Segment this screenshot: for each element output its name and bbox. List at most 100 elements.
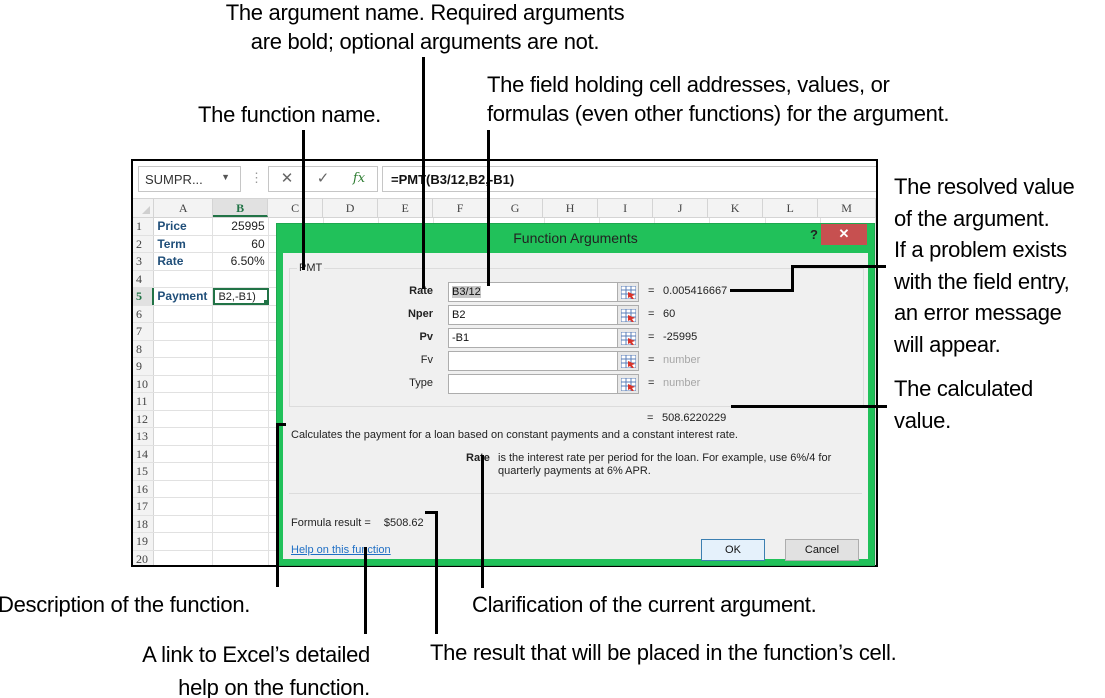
cell-b10[interactable] [213,375,269,392]
collapse-dialog-icon[interactable] [617,282,639,302]
cell-a20[interactable] [154,550,214,565]
column-header-f[interactable]: F [433,199,489,217]
row-header[interactable]: 16 [133,480,155,497]
row-header[interactable]: 18 [133,515,155,532]
cell-a15[interactable] [154,463,214,480]
column-header-i[interactable]: I [598,199,654,217]
row-header[interactable]: 15 [133,463,155,480]
close-button[interactable]: ✕ [821,224,867,245]
cell-a10[interactable] [154,375,214,392]
cell-b4[interactable] [213,270,269,287]
calculated-value: 508.6220229 [662,412,727,424]
column-header-j[interactable]: J [653,199,709,217]
help-icon[interactable]: ? [810,227,818,242]
cell-a6[interactable] [154,305,214,322]
collapse-dialog-icon[interactable] [617,351,639,371]
help-on-function-link[interactable]: Help on this function [291,544,391,556]
cell-a14[interactable] [154,445,214,462]
collapse-dialog-icon[interactable] [617,374,639,394]
column-header-l[interactable]: L [763,199,819,217]
argument-input-pv[interactable]: -B1 [448,328,618,348]
ok-button[interactable]: OK [701,539,765,561]
cell-b11[interactable] [213,393,269,410]
row-header[interactable]: 2 [133,235,155,252]
insert-function-icon[interactable]: fx [341,167,377,191]
row-header[interactable]: 20 [133,550,155,565]
row-header[interactable]: 17 [133,498,155,515]
enter-check-icon[interactable]: ✓ [305,167,341,191]
argument-input-rate[interactable]: B3/12 [448,282,618,302]
cell-b15[interactable] [213,463,269,480]
collapse-dialog-icon[interactable] [617,328,639,348]
argument-name: Fv [420,354,433,366]
name-box[interactable]: SUMPR... ▼ [138,166,241,192]
row-header[interactable]: 1 [133,218,155,235]
cell-a5[interactable]: Payment [154,288,214,305]
callout-line: A link to Excel’s detailed [142,642,370,667]
row-header[interactable]: 9 [133,358,155,375]
cell-b16[interactable] [213,480,269,497]
argument-input-fv[interactable] [448,351,618,371]
cancel-entry-icon[interactable]: ✕ [269,167,305,191]
callout-line: The calculated [894,376,1033,401]
cell-b14[interactable] [213,445,269,462]
cell-b18[interactable] [213,515,269,532]
row-header[interactable]: 13 [133,428,155,445]
formula-input[interactable]: =PMT(B3/12,B2,-B1) [382,166,876,192]
row-header[interactable]: 12 [133,410,155,427]
row-header[interactable]: 8 [133,340,155,357]
column-header-b[interactable]: B [213,199,269,217]
argument-input-nper[interactable]: B2 [448,305,618,325]
cell-b13[interactable] [213,428,269,445]
column-header-m[interactable]: M [818,199,876,217]
column-header-h[interactable]: H [543,199,599,217]
cell-b3[interactable]: 6.50% [213,253,269,270]
row-header[interactable]: 7 [133,323,155,340]
callout-help-link: A link to Excel’s detailed help on the f… [60,638,370,698]
cell-a17[interactable] [154,498,214,515]
cell-a12[interactable] [154,410,214,427]
select-all-corner[interactable] [133,199,155,217]
dropdown-arrow-icon[interactable]: ▼ [221,172,230,182]
cell-a4[interactable] [154,270,214,287]
cell-b8[interactable] [213,340,269,357]
cancel-button[interactable]: Cancel [785,539,859,561]
column-header-k[interactable]: K [708,199,764,217]
row-header[interactable]: 3 [133,253,155,270]
cell-b20[interactable] [213,550,269,565]
row-header[interactable]: 19 [133,533,155,550]
cell-a19[interactable] [154,533,214,550]
cell-b19[interactable] [213,533,269,550]
cell-a9[interactable] [154,358,214,375]
collapse-dialog-icon[interactable] [617,305,639,325]
column-header-g[interactable]: G [488,199,544,217]
column-header-c[interactable]: C [268,199,324,217]
cell-b9[interactable] [213,358,269,375]
row-header[interactable]: 6 [133,305,155,322]
callout-result: The result that will be placed in the fu… [430,640,897,665]
cell-a8[interactable] [154,340,214,357]
cell-a13[interactable] [154,428,214,445]
cell-b7[interactable] [213,323,269,340]
cell-a16[interactable] [154,480,214,497]
row-header[interactable]: 4 [133,270,155,287]
cell-a7[interactable] [154,323,214,340]
cell-b6[interactable] [213,305,269,322]
cell-b2[interactable]: 60 [213,235,269,252]
row-header[interactable]: 11 [133,393,155,410]
column-header-a[interactable]: A [154,199,214,217]
cell-a11[interactable] [154,393,214,410]
cell-a1[interactable]: Price [154,218,214,235]
cell-b1[interactable]: 25995 [213,218,269,235]
cell-a18[interactable] [154,515,214,532]
column-header-d[interactable]: D [323,199,379,217]
cell-b12[interactable] [213,410,269,427]
cell-b5[interactable]: B2,-B1) [213,288,269,305]
row-header[interactable]: 10 [133,375,155,392]
cell-b17[interactable] [213,498,269,515]
cell-a2[interactable]: Term [154,235,214,252]
cell-a3[interactable]: Rate [154,253,214,270]
row-header[interactable]: 14 [133,445,155,462]
row-header[interactable]: 5 [133,288,155,305]
argument-input-type[interactable] [448,374,618,394]
